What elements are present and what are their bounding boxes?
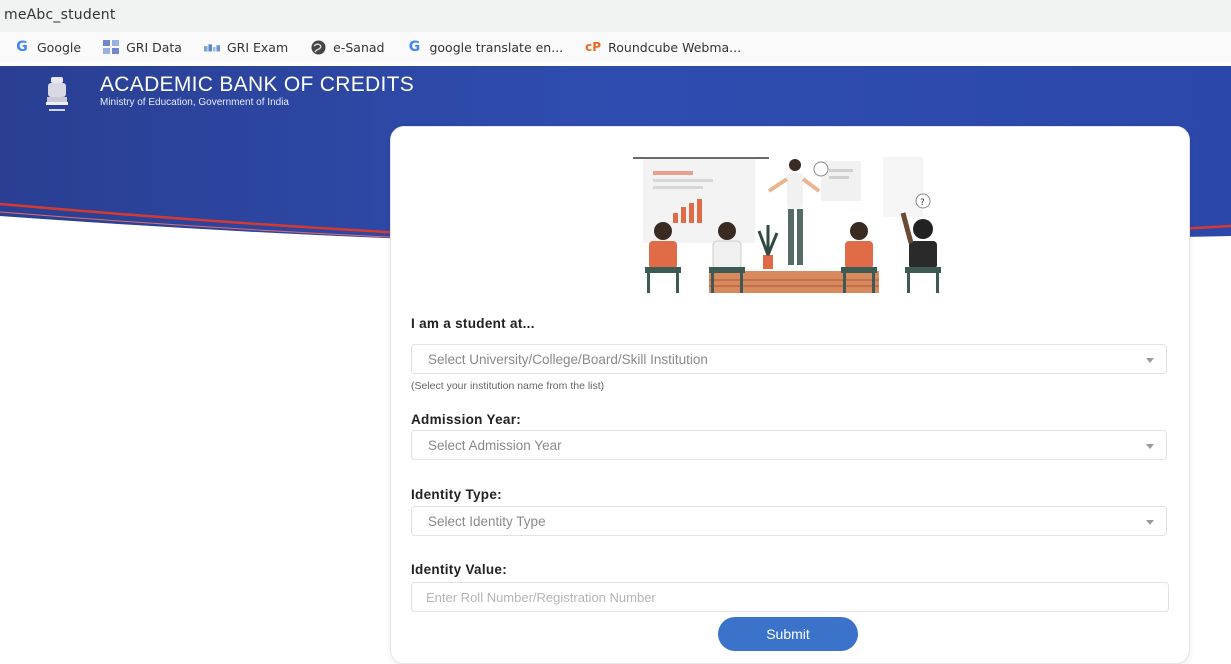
bookmark-label: google translate en...	[429, 39, 564, 55]
bookmark-label: Roundcube Webma...	[608, 39, 742, 55]
chevron-down-icon	[1146, 520, 1154, 525]
bookmark-label: GRI Data	[126, 39, 182, 55]
bookmark-gri-exam[interactable]: GRI Exam	[203, 39, 289, 55]
grid-icon	[103, 39, 120, 55]
url-text[interactable]: meAbc_student	[4, 7, 116, 23]
bookmark-roundcube[interactable]: cP Roundcube Webma...	[585, 39, 741, 55]
institution-select-text: Select University/College/Board/Skill In…	[428, 352, 708, 367]
bookmark-gri-data[interactable]: GRI Data	[103, 39, 182, 55]
bookmark-label: GRI Exam	[226, 39, 289, 55]
submit-button[interactable]: Submit	[718, 617, 858, 651]
roundcube-icon: cP	[585, 40, 602, 54]
chevron-down-icon	[1146, 358, 1154, 363]
identity-type-label: Identity Type:	[411, 487, 502, 502]
site-subtitle: Ministry of Education, Government of Ind…	[100, 97, 289, 108]
admission-year-select-text: Select Admission Year	[428, 438, 562, 453]
chevron-down-icon	[1146, 444, 1154, 449]
bookmarks-bar: G Google GRI Data GRI Exam e-Sanad G goo…	[0, 32, 1231, 62]
bookmark-google-translate[interactable]: G google translate en...	[406, 39, 563, 55]
svg-text:?: ?	[920, 198, 925, 208]
globe-icon	[310, 39, 326, 55]
admission-year-select[interactable]: Select Admission Year	[411, 430, 1167, 460]
google-icon: G	[16, 39, 28, 55]
grid-icon	[203, 39, 220, 55]
login-card: ? I am a student at... Select University…	[390, 126, 1190, 664]
institution-select[interactable]: Select University/College/Board/Skill In…	[411, 344, 1167, 374]
site-title: ACADEMIC BANK OF CREDITS	[100, 73, 415, 96]
identity-value-input[interactable]	[411, 582, 1169, 612]
classroom-illustration: ?	[623, 151, 947, 300]
address-bar[interactable]: meAbc_student	[0, 0, 1231, 32]
bookmark-google[interactable]: G Google	[14, 39, 81, 55]
bookmark-label: e-Sanad	[333, 39, 385, 55]
national-emblem-icon	[44, 75, 70, 122]
bookmark-label: Google	[37, 39, 82, 55]
google-icon: G	[408, 39, 421, 55]
identity-type-select[interactable]: Select Identity Type	[411, 506, 1167, 536]
bookmark-e-sanad[interactable]: e-Sanad	[310, 39, 384, 55]
identity-value-label: Identity Value:	[411, 562, 508, 577]
institution-label: I am a student at...	[411, 316, 535, 331]
identity-type-select-text: Select Identity Type	[428, 514, 546, 529]
institution-hint: (Select your institution name from the l…	[411, 380, 605, 392]
admission-year-label: Admission Year:	[411, 412, 522, 427]
